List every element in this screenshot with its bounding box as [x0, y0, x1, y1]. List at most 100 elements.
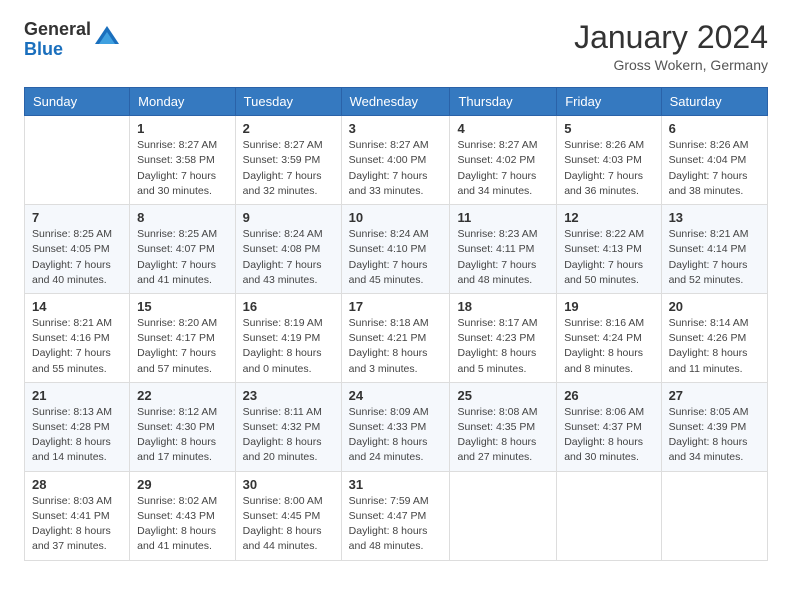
day-number: 15	[137, 299, 228, 314]
calendar-cell: 26 Sunrise: 8:06 AMSunset: 4:37 PMDayligh…	[557, 382, 661, 471]
day-info: Sunrise: 8:14 AMSunset: 4:26 PMDaylight:…	[669, 316, 760, 377]
calendar-cell: 7 Sunrise: 8:25 AMSunset: 4:05 PMDaylight…	[25, 205, 130, 294]
day-number: 28	[32, 477, 122, 492]
day-number: 11	[457, 210, 549, 225]
weekday-header-tuesday: Tuesday	[235, 88, 341, 116]
calendar-cell: 16 Sunrise: 8:19 AMSunset: 4:19 PMDayligh…	[235, 293, 341, 382]
calendar-cell: 13 Sunrise: 8:21 AMSunset: 4:14 PMDayligh…	[661, 205, 767, 294]
calendar-cell: 24 Sunrise: 8:09 AMSunset: 4:33 PMDayligh…	[341, 382, 450, 471]
day-number: 1	[137, 121, 228, 136]
day-info: Sunrise: 8:20 AMSunset: 4:17 PMDaylight:…	[137, 316, 228, 377]
calendar-cell: 29Sunrise: 8:02 AMSunset: 4:43 PMDayligh…	[130, 471, 236, 560]
day-number: 23	[243, 388, 334, 403]
calendar-cell: 6 Sunrise: 8:26 AMSunset: 4:04 PMDaylight…	[661, 116, 767, 205]
calendar-cell: 20 Sunrise: 8:14 AMSunset: 4:26 PMDayligh…	[661, 293, 767, 382]
day-number: 31	[349, 477, 443, 492]
day-info: Sunrise: 8:17 AMSunset: 4:23 PMDaylight:…	[457, 316, 549, 377]
calendar-cell: 14 Sunrise: 8:21 AMSunset: 4:16 PMDayligh…	[25, 293, 130, 382]
calendar-week-row: 1 Sunrise: 8:27 AMSunset: 3:58 PMDaylight…	[25, 116, 768, 205]
page-header: General Blue January 2024 Gross Wokern, …	[24, 20, 768, 73]
calendar-cell: 27 Sunrise: 8:05 AMSunset: 4:39 PMDayligh…	[661, 382, 767, 471]
day-number: 14	[32, 299, 122, 314]
day-info: Sunrise: 8:21 AMSunset: 4:14 PMDaylight:…	[669, 227, 760, 288]
day-info: Sunrise: 8:26 AMSunset: 4:03 PMDaylight:…	[564, 138, 653, 199]
month-title: January 2024	[574, 20, 768, 55]
day-info: Sunrise: 7:59 AMSunset: 4:47 PMDaylight:…	[349, 494, 443, 555]
day-number: 27	[669, 388, 760, 403]
logo: General Blue	[24, 20, 121, 60]
calendar-table: SundayMondayTuesdayWednesdayThursdayFrid…	[24, 87, 768, 560]
day-number: 3	[349, 121, 443, 136]
weekday-header-friday: Friday	[557, 88, 661, 116]
calendar-cell: 18 Sunrise: 8:17 AMSunset: 4:23 PMDayligh…	[450, 293, 557, 382]
day-number: 22	[137, 388, 228, 403]
day-number: 2	[243, 121, 334, 136]
calendar-cell: 9 Sunrise: 8:24 AMSunset: 4:08 PMDaylight…	[235, 205, 341, 294]
day-info: Sunrise: 8:24 AMSunset: 4:08 PMDaylight:…	[243, 227, 334, 288]
day-info: Sunrise: 8:09 AMSunset: 4:33 PMDaylight:…	[349, 405, 443, 466]
day-number: 20	[669, 299, 760, 314]
calendar-cell: 22 Sunrise: 8:12 AMSunset: 4:30 PMDayligh…	[130, 382, 236, 471]
day-info: Sunrise: 8:25 AMSunset: 4:05 PMDaylight:…	[32, 227, 122, 288]
calendar-cell: 5Sunrise: 8:26 AMSunset: 4:03 PMDaylight…	[557, 116, 661, 205]
calendar-week-row: 14 Sunrise: 8:21 AMSunset: 4:16 PMDayligh…	[25, 293, 768, 382]
weekday-header-row: SundayMondayTuesdayWednesdayThursdayFrid…	[25, 88, 768, 116]
weekday-header-wednesday: Wednesday	[341, 88, 450, 116]
day-info: Sunrise: 8:11 AMSunset: 4:32 PMDaylight:…	[243, 405, 334, 466]
calendar-cell: 31 Sunrise: 7:59 AMSunset: 4:47 PMDayligh…	[341, 471, 450, 560]
day-info: Sunrise: 8:00 AMSunset: 4:45 PMDaylight:…	[243, 494, 334, 555]
day-info: Sunrise: 8:08 AMSunset: 4:35 PMDaylight:…	[457, 405, 549, 466]
day-info: Sunrise: 8:03 AMSunset: 4:41 PMDaylight:…	[32, 494, 122, 555]
calendar-cell	[661, 471, 767, 560]
day-number: 13	[669, 210, 760, 225]
calendar-cell: 8 Sunrise: 8:25 AMSunset: 4:07 PMDaylight…	[130, 205, 236, 294]
day-number: 17	[349, 299, 443, 314]
title-block: January 2024 Gross Wokern, Germany	[574, 20, 768, 73]
day-number: 24	[349, 388, 443, 403]
day-info: Sunrise: 8:13 AMSunset: 4:28 PMDaylight:…	[32, 405, 122, 466]
day-number: 4	[457, 121, 549, 136]
day-number: 12	[564, 210, 653, 225]
calendar-cell: 15 Sunrise: 8:20 AMSunset: 4:17 PMDayligh…	[130, 293, 236, 382]
day-number: 18	[457, 299, 549, 314]
calendar-week-row: 21Sunrise: 8:13 AMSunset: 4:28 PMDayligh…	[25, 382, 768, 471]
calendar-cell: 4Sunrise: 8:27 AMSunset: 4:02 PMDaylight…	[450, 116, 557, 205]
calendar-cell	[25, 116, 130, 205]
calendar-cell: 19Sunrise: 8:16 AMSunset: 4:24 PMDayligh…	[557, 293, 661, 382]
calendar-week-row: 7 Sunrise: 8:25 AMSunset: 4:05 PMDaylight…	[25, 205, 768, 294]
calendar-cell	[450, 471, 557, 560]
day-info: Sunrise: 8:05 AMSunset: 4:39 PMDaylight:…	[669, 405, 760, 466]
day-info: Sunrise: 8:26 AMSunset: 4:04 PMDaylight:…	[669, 138, 760, 199]
day-info: Sunrise: 8:25 AMSunset: 4:07 PMDaylight:…	[137, 227, 228, 288]
day-info: Sunrise: 8:27 AMSunset: 4:00 PMDaylight:…	[349, 138, 443, 199]
calendar-cell: 3 Sunrise: 8:27 AMSunset: 4:00 PMDaylight…	[341, 116, 450, 205]
day-info: Sunrise: 8:23 AMSunset: 4:11 PMDaylight:…	[457, 227, 549, 288]
day-number: 29	[137, 477, 228, 492]
day-number: 30	[243, 477, 334, 492]
day-number: 25	[457, 388, 549, 403]
day-info: Sunrise: 8:19 AMSunset: 4:19 PMDaylight:…	[243, 316, 334, 377]
calendar-cell: 10Sunrise: 8:24 AMSunset: 4:10 PMDayligh…	[341, 205, 450, 294]
day-info: Sunrise: 8:06 AMSunset: 4:37 PMDaylight:…	[564, 405, 653, 466]
day-number: 8	[137, 210, 228, 225]
day-number: 6	[669, 121, 760, 136]
day-number: 7	[32, 210, 122, 225]
calendar-cell: 28 Sunrise: 8:03 AMSunset: 4:41 PMDayligh…	[25, 471, 130, 560]
day-info: Sunrise: 8:18 AMSunset: 4:21 PMDaylight:…	[349, 316, 443, 377]
calendar-cell: 21Sunrise: 8:13 AMSunset: 4:28 PMDayligh…	[25, 382, 130, 471]
calendar-cell	[557, 471, 661, 560]
day-info: Sunrise: 8:27 AMSunset: 3:58 PMDaylight:…	[137, 138, 228, 199]
calendar-cell: 1 Sunrise: 8:27 AMSunset: 3:58 PMDaylight…	[130, 116, 236, 205]
day-number: 9	[243, 210, 334, 225]
weekday-header-monday: Monday	[130, 88, 236, 116]
calendar-cell: 23 Sunrise: 8:11 AMSunset: 4:32 PMDayligh…	[235, 382, 341, 471]
day-info: Sunrise: 8:12 AMSunset: 4:30 PMDaylight:…	[137, 405, 228, 466]
calendar-cell: 25 Sunrise: 8:08 AMSunset: 4:35 PMDayligh…	[450, 382, 557, 471]
day-number: 26	[564, 388, 653, 403]
day-number: 10	[349, 210, 443, 225]
day-info: Sunrise: 8:21 AMSunset: 4:16 PMDaylight:…	[32, 316, 122, 377]
calendar-cell: 30 Sunrise: 8:00 AMSunset: 4:45 PMDayligh…	[235, 471, 341, 560]
day-number: 16	[243, 299, 334, 314]
calendar-week-row: 28 Sunrise: 8:03 AMSunset: 4:41 PMDayligh…	[25, 471, 768, 560]
calendar-cell: 2Sunrise: 8:27 AMSunset: 3:59 PMDaylight…	[235, 116, 341, 205]
